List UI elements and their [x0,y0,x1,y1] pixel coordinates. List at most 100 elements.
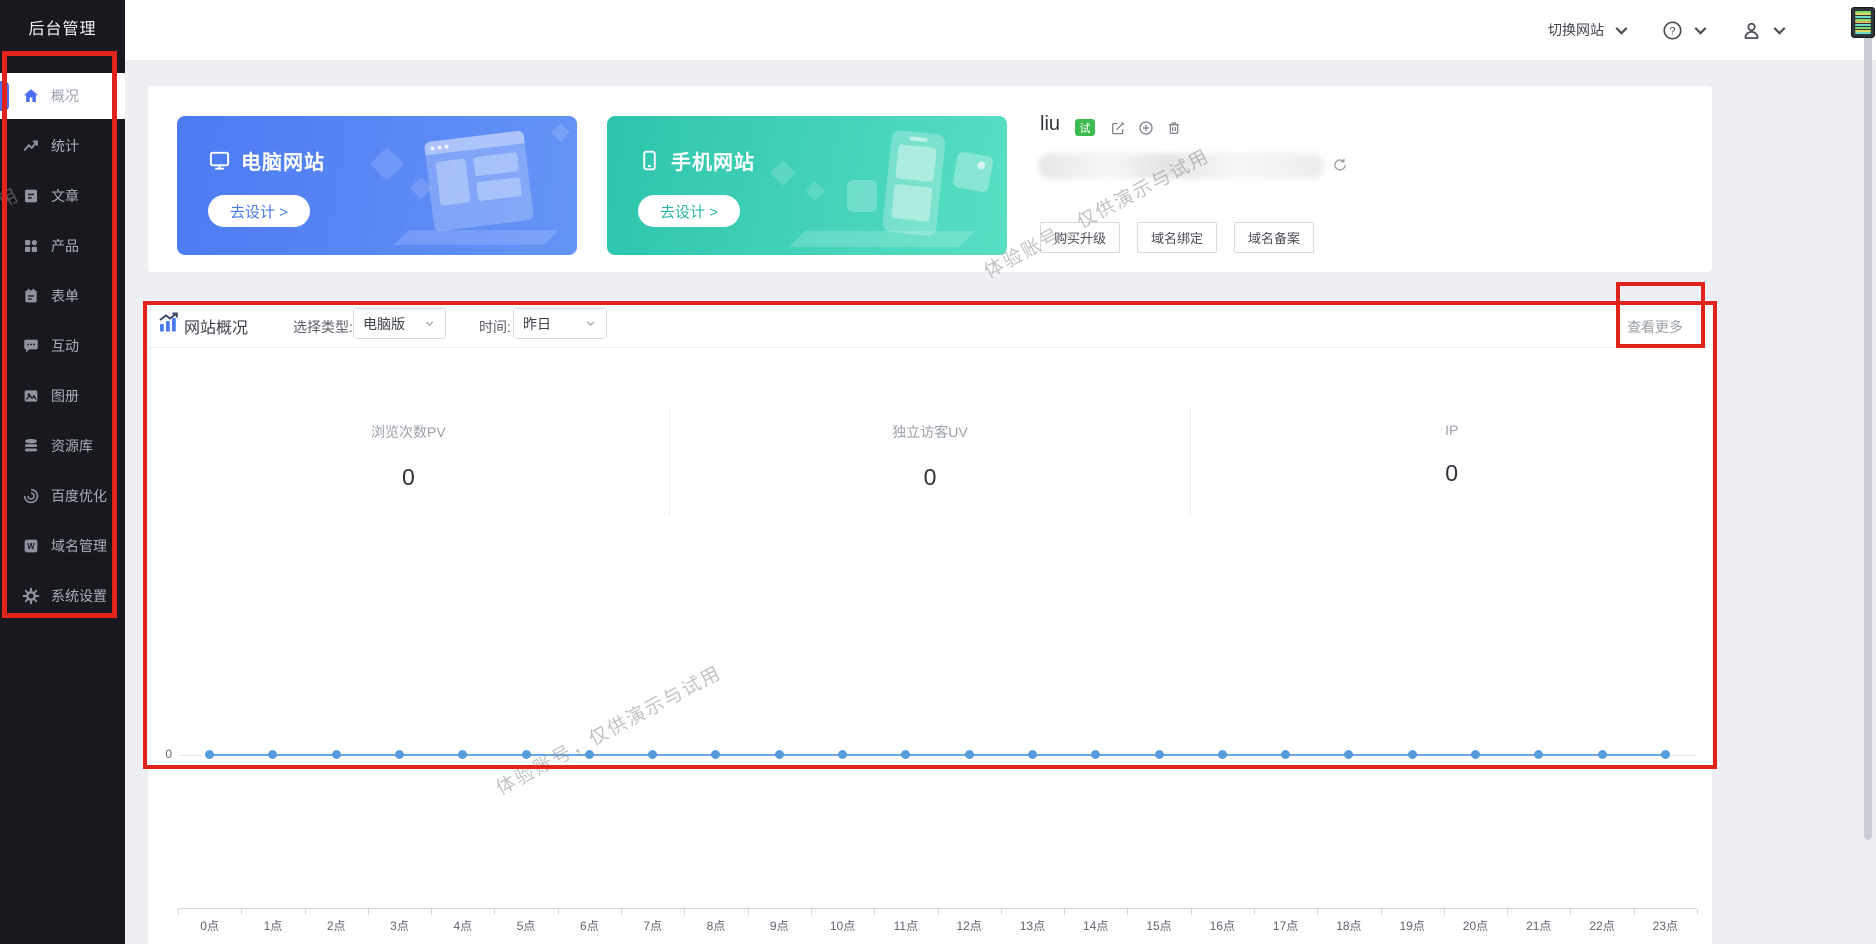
sidebar-item-文章[interactable]: 文章 [0,173,125,219]
data-point [395,750,405,759]
data-point [1470,750,1480,759]
x-axis-tick [367,909,369,915]
site-button-域名备案[interactable]: 域名备案 [1234,222,1315,253]
x-axis-tick [1380,909,1382,915]
sidebar-item-互动[interactable]: 互动 [0,323,125,369]
y-axis-tick-0: 0 [165,747,172,761]
account-menu[interactable] [1741,20,1790,41]
trash-icon[interactable] [1166,120,1182,136]
pc-site-title: 电脑网站 [241,152,325,174]
time-select-label: 时间: [479,319,511,335]
x-axis-label: 15点 [1146,919,1172,933]
domain-icon: W [22,537,40,555]
data-point [1660,750,1670,759]
scroll-minimap-widget [1851,7,1875,38]
site-action-buttons: 购买升级 域名绑定 域名备案 [1040,222,1315,253]
stats-row: 浏览次数PV 0 独立访客UV 0 IP 0 [148,408,1712,515]
chevron-down-icon [584,317,597,330]
time-select[interactable]: 昨日 [513,308,607,339]
sidebar-item-表单[interactable]: 表单 [0,273,125,319]
x-axis-label: 5点 [516,919,536,933]
edit-icon[interactable] [1110,120,1126,136]
mobile-site-title: 手机网站 [671,152,755,174]
switch-site-menu[interactable]: 切换网站 [1548,20,1632,41]
x-axis-tick [431,909,433,915]
scrollbar-thumb[interactable] [1864,34,1872,840]
gallery-icon [22,387,40,405]
product-icon [22,237,40,255]
sidebar-menu: 概况统计文章产品 表单互动图册 资源库 百度优化 W 域名管理 系统设置 [0,73,125,619]
data-point [1154,750,1164,759]
data-point [1281,750,1291,759]
minimap-stripe [1855,13,1871,16]
person-icon [1741,20,1762,41]
data-point [774,750,784,759]
banner-illustration [770,160,796,186]
sidebar-item-label: 文章 [51,188,79,204]
sidebar-item-百度优化[interactable]: 百度优化 [0,473,125,519]
type-select[interactable]: 电脑版 [353,308,446,339]
banner-illustration [370,147,404,181]
data-point [964,750,974,759]
summary-card: 电脑网站 去设计 > 手机网站 去设计 > liu 试 购买升级域名绑定域名 [148,86,1712,272]
banner-illustration [423,130,535,232]
sidebar-item-概况[interactable]: 概况 [0,73,125,119]
plus-circle-icon[interactable] [1138,120,1154,136]
gear-icon [22,587,40,605]
sidebar-item-资源库[interactable]: 资源库 [0,423,125,469]
x-axis-tick [241,909,243,915]
x-axis-label: 13点 [1019,919,1046,933]
series-line [209,754,1666,756]
refresh-icon[interactable] [1332,157,1348,173]
x-axis-tick [494,909,496,915]
sidebar-item-产品[interactable]: 产品 [0,223,125,269]
x-axis-label: 8点 [706,919,726,933]
site-button-购买升级[interactable]: 购买升级 [1040,222,1121,253]
sidebar-item-系统设置[interactable]: 系统设置 [0,573,125,619]
mobile-design-button[interactable]: 去设计 > [638,195,740,227]
x-axis-label: 9点 [769,919,789,933]
type-select-label: 选择类型: [293,319,353,335]
x-axis-tick [1697,909,1698,915]
data-point [711,750,721,759]
sidebar-item-统计[interactable]: 统计 [0,123,125,169]
svg-text:?: ? [1669,25,1675,37]
x-axis-label: 1点 [263,919,283,933]
home-icon [22,87,40,105]
question-circle-icon: ? [1662,20,1683,41]
chevron-down-icon [1769,20,1790,41]
pc-design-button[interactable]: 去设计 > [208,195,310,227]
sidebar-item-图册[interactable]: 图册 [0,373,125,419]
sidebar-item-label: 统计 [51,138,79,154]
sidebar-item-域名管理[interactable]: W 域名管理 [0,523,125,569]
pc-site-banner: 电脑网站 去设计 > [177,116,577,255]
minimap-stripe [1855,21,1871,24]
sidebar-item-label: 概况 [51,88,79,104]
data-point [1407,750,1417,759]
minimap-stripe [1855,24,1871,27]
stat-label: 浏览次数PV [370,424,446,440]
switch-site-label: 切换网站 [1548,22,1604,38]
x-axis-tick [810,909,812,915]
data-point [1597,750,1607,759]
stat-value: 0 [401,464,415,490]
stat-label: 独立访客UV [892,424,968,440]
overview-card: 网站概况 选择类型: 电脑版 时间: 昨日 查看更多 浏览次数PV 0 独立访客UV… [148,300,1712,944]
banner-illustration [805,181,825,201]
x-axis-label: 7点 [643,919,663,933]
x-axis-label: 21点 [1526,919,1552,933]
x-axis-tick [1317,909,1319,915]
topbar-right: 切换网站 ? [1548,0,1790,60]
chevron-down-icon [423,317,436,330]
minimap-stripe [1855,32,1871,35]
sidebar-item-label: 互动 [51,338,79,354]
chevron-down-icon [1690,20,1711,41]
x-axis-label: 22点 [1589,919,1615,933]
data-point [1534,750,1544,759]
x-axis-label: 23点 [1652,919,1679,933]
site-button-域名绑定[interactable]: 域名绑定 [1137,222,1218,253]
stat-value: 0 [1445,460,1459,486]
view-more-link[interactable]: 查看更多 [1627,317,1701,337]
form-icon [22,287,40,305]
help-menu[interactable]: ? [1662,20,1711,41]
